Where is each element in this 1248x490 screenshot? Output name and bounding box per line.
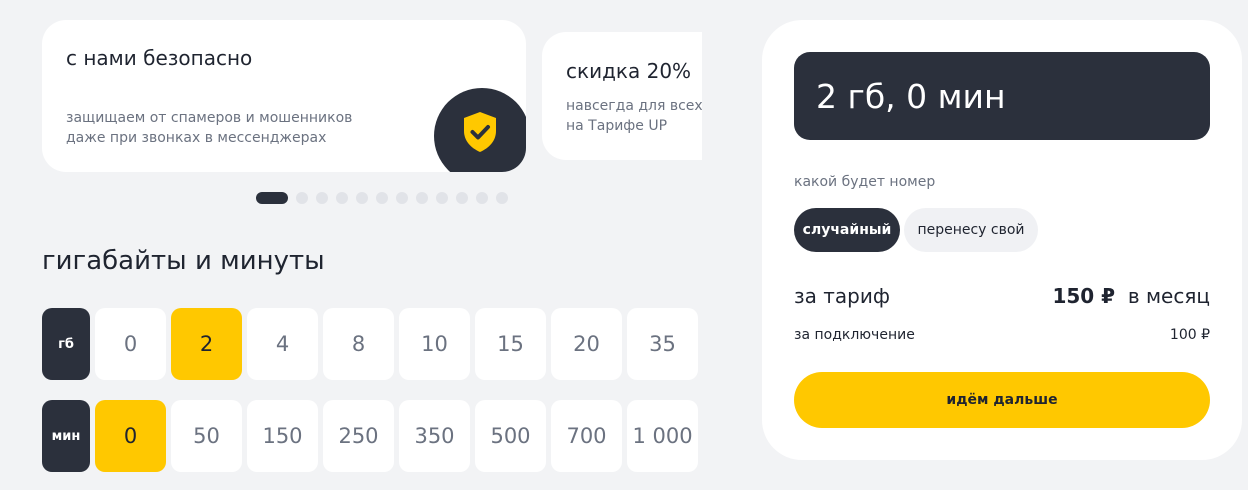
tariff-price-period: в месяц <box>1127 284 1210 308</box>
min-row-label: мин <box>42 400 90 472</box>
package-selector: гб 0 2 4 8 10 15 20 35 мин 0 50 150 250 … <box>0 300 702 490</box>
min-option[interactable]: 500 <box>475 400 546 472</box>
gb-option[interactable]: 15 <box>475 308 546 380</box>
selected-plan: 2 гб, 0 мин <box>794 52 1210 140</box>
promo-card-discount[interactable]: скидка 20% навсегда для всех к на Тарифе… <box>542 32 702 160</box>
min-option[interactable]: 50 <box>171 400 242 472</box>
min-option[interactable]: 350 <box>399 400 470 472</box>
carousel-dot[interactable] <box>296 192 308 204</box>
promo-card-title: с нами безопасно <box>66 46 253 70</box>
gb-option[interactable]: 4 <box>247 308 318 380</box>
tariff-price-amount: 150 ₽ <box>1052 284 1116 308</box>
carousel-dot[interactable] <box>476 192 488 204</box>
connection-fee-row: за подключение 100 ₽ <box>794 327 1210 343</box>
gb-option[interactable]: 8 <box>323 308 394 380</box>
carousel-dot[interactable] <box>376 192 388 204</box>
gb-row-label: гб <box>42 308 90 380</box>
promo-card-text-line: на Тарифе UP <box>566 118 668 134</box>
carousel-dots <box>256 192 508 204</box>
promo-card-text: защищаем от спамеров и мошенников даже п… <box>66 110 353 146</box>
carousel-dot[interactable] <box>416 192 428 204</box>
carousel-dot[interactable] <box>316 192 328 204</box>
tariff-price-value: 150 ₽ в месяц <box>1052 284 1210 308</box>
carousel-dot[interactable] <box>396 192 408 204</box>
carousel-dot-active[interactable] <box>256 192 288 204</box>
gb-option[interactable]: 20 <box>551 308 622 380</box>
tariff-summary-panel: 2 гб, 0 мин какой будет номер случайный … <box>762 20 1242 460</box>
connection-fee-value: 100 ₽ <box>1169 327 1210 343</box>
promo-carousel[interactable]: с нами безопасно защищаем от спамеров и … <box>0 0 702 190</box>
section-title: гигабайты и минуты <box>42 246 325 276</box>
tariff-price-label: за тариф <box>794 284 890 308</box>
continue-button[interactable]: идём дальше <box>794 372 1210 428</box>
gb-option[interactable]: 0 <box>95 308 166 380</box>
min-option[interactable]: 1 000 <box>627 400 698 472</box>
gb-option[interactable]: 35 <box>627 308 698 380</box>
promo-card-text: навсегда для всех к на Тарифе UP <box>566 96 702 136</box>
promo-card-title: скидка 20% <box>566 59 692 83</box>
carousel-dot[interactable] <box>356 192 368 204</box>
tariff-price-row: за тариф 150 ₽ в месяц <box>794 284 1210 308</box>
shield-check-icon <box>434 88 526 172</box>
gb-option[interactable]: 10 <box>399 308 470 380</box>
min-options-row: мин 0 50 150 250 350 500 700 1 000 <box>42 400 698 472</box>
min-option[interactable]: 150 <box>247 400 318 472</box>
min-option-selected[interactable]: 0 <box>95 400 166 472</box>
carousel-dot[interactable] <box>336 192 348 204</box>
promo-card-safety[interactable]: с нами безопасно защищаем от спамеров и … <box>42 20 526 172</box>
promo-card-text-line: навсегда для всех к <box>566 98 702 114</box>
min-option[interactable]: 250 <box>323 400 394 472</box>
gb-option-selected[interactable]: 2 <box>171 308 242 380</box>
carousel-dot[interactable] <box>496 192 508 204</box>
random-number-button[interactable]: случайный <box>794 208 900 252</box>
min-option[interactable]: 700 <box>551 400 622 472</box>
number-choice-label: какой будет номер <box>794 174 936 190</box>
gb-options-row: гб 0 2 4 8 10 15 20 35 <box>42 308 698 380</box>
connection-fee-label: за подключение <box>794 327 915 343</box>
carousel-dot[interactable] <box>456 192 468 204</box>
carousel-dot[interactable] <box>436 192 448 204</box>
transfer-number-button[interactable]: перенесу свой <box>904 208 1038 252</box>
